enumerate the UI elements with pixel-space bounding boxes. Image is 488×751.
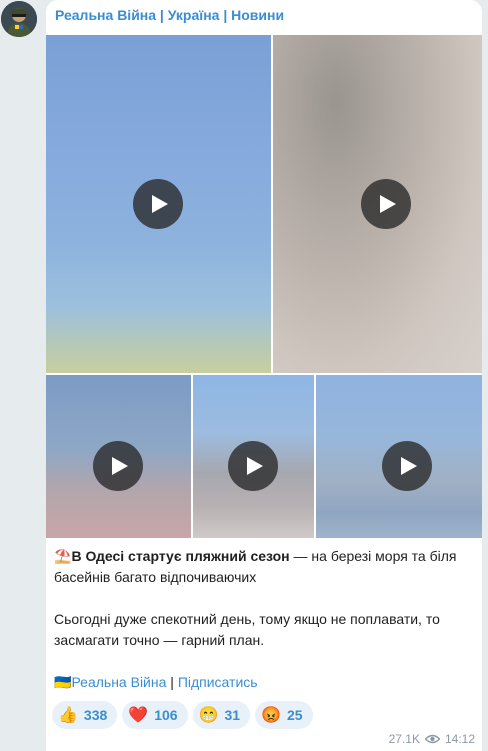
channel-link[interactable]: Реальна Війна xyxy=(71,674,166,690)
reaction-thumbs-up[interactable]: 👍 338 xyxy=(52,701,118,729)
video-4[interactable] xyxy=(193,375,314,538)
play-icon xyxy=(152,195,168,213)
heart-icon: ❤️ xyxy=(128,707,149,724)
reaction-count: 25 xyxy=(286,707,303,723)
message-time: 14:12 xyxy=(444,732,475,746)
angry-face-icon: 😡 xyxy=(261,707,281,724)
caption-headline-bold: В Одесі стартує пляжний сезон xyxy=(71,548,290,564)
reaction-grin[interactable]: 😁 31 xyxy=(192,701,251,729)
caption-headline: ⛱️В Одесі стартує пляжний сезон — на бер… xyxy=(54,546,474,588)
play-button[interactable] xyxy=(93,441,143,491)
reaction-count: 338 xyxy=(83,707,108,723)
video-2[interactable] xyxy=(273,35,482,373)
play-button[interactable] xyxy=(228,441,278,491)
play-icon xyxy=(401,457,417,475)
play-button[interactable] xyxy=(382,441,432,491)
reactions-bar: 👍 338 ❤️ 106 😁 31 😡 25 xyxy=(52,701,313,729)
eye-icon xyxy=(424,734,440,744)
play-icon xyxy=(112,457,128,475)
message-meta: 27.1K 14:12 xyxy=(389,732,475,746)
play-button[interactable] xyxy=(133,179,183,229)
channel-avatar[interactable] xyxy=(1,1,37,37)
video-3[interactable] xyxy=(46,375,191,538)
play-icon xyxy=(247,457,263,475)
beach-umbrella-icon: ⛱️ xyxy=(54,548,72,564)
grin-icon: 😁 xyxy=(198,707,219,724)
caption-paragraph: Сьогодні дуже спекотний день, тому якщо … xyxy=(54,611,440,648)
message-text: ⛱️В Одесі стартує пляжний сезон — на бер… xyxy=(54,546,474,693)
reaction-count: 31 xyxy=(224,707,241,723)
channel-title[interactable]: Реальна Війна | Україна | Новини xyxy=(55,7,284,23)
soldier-avatar-image xyxy=(1,1,37,37)
reaction-heart[interactable]: ❤️ 106 xyxy=(122,701,188,729)
thumbs-up-icon: 👍 xyxy=(58,707,78,724)
play-icon xyxy=(380,195,396,213)
view-count: 27.1K xyxy=(388,732,420,746)
play-button[interactable] xyxy=(361,179,411,229)
message-bubble: Реальна Війна | Україна | Новини ⛱️В Оде… xyxy=(46,0,482,751)
ukraine-flag-icon: 🇺🇦 xyxy=(54,674,72,690)
subscribe-link[interactable]: Підписатись xyxy=(178,674,258,690)
separator: | xyxy=(166,674,178,690)
caption-footer: 🇺🇦Реальна Війна | Підписатись xyxy=(54,672,474,693)
video-1[interactable] xyxy=(46,35,271,373)
reaction-angry[interactable]: 😡 25 xyxy=(255,701,313,729)
reaction-count: 106 xyxy=(154,707,178,723)
video-5[interactable] xyxy=(316,375,482,538)
